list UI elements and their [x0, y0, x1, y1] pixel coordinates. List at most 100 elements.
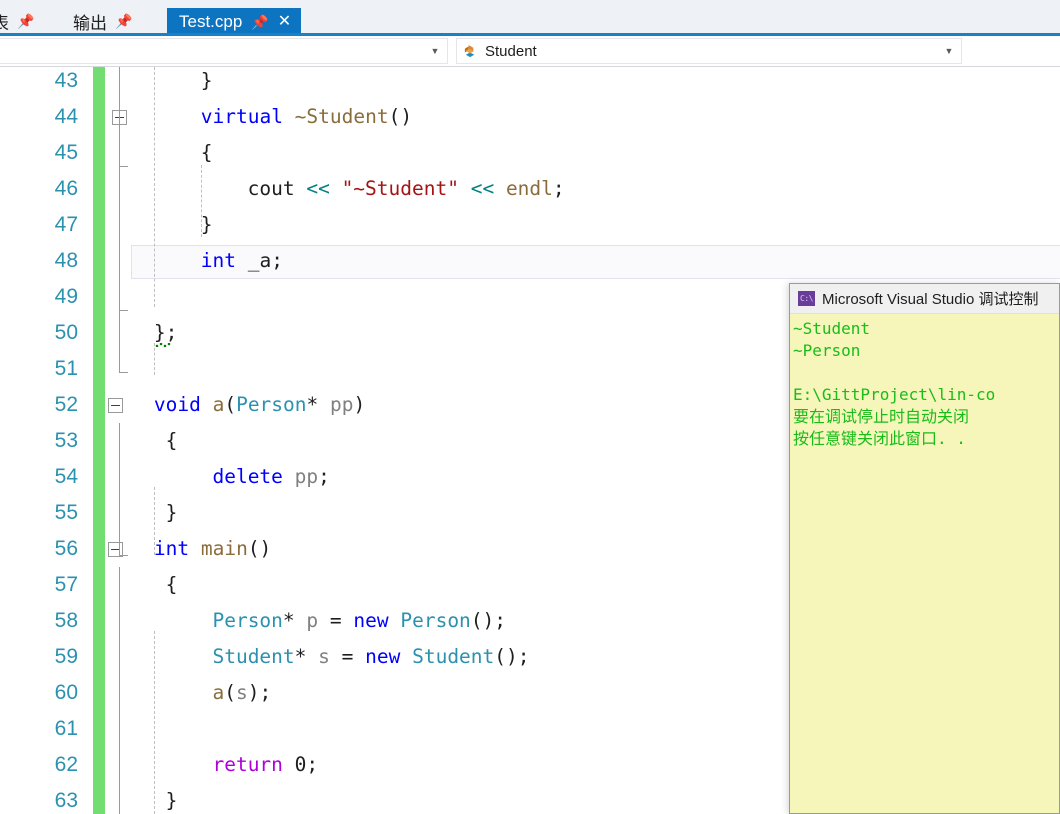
code-line[interactable]: }: [166, 495, 178, 531]
outline-guide: [119, 67, 120, 372]
code-token: ): [353, 393, 366, 416]
console-title-bar[interactable]: C:\ Microsoft Visual Studio 调试控制: [790, 284, 1059, 314]
code-token: *: [282, 609, 307, 632]
code-token: new: [365, 645, 413, 668]
code-token: Person: [212, 609, 283, 632]
code-line[interactable]: {: [201, 135, 213, 171]
code-token: <<: [458, 177, 506, 200]
line-number: 49: [54, 285, 78, 308]
code-token: =: [318, 609, 354, 632]
code-token: ~Student: [294, 105, 389, 128]
code-token: );: [247, 681, 272, 704]
code-token: {: [165, 429, 178, 452]
code-token: new: [353, 609, 401, 632]
class-dropdown[interactable]: Student ▼: [456, 38, 962, 64]
line-number: 50: [54, 321, 78, 344]
code-token: ;: [318, 465, 330, 488]
pin-icon[interactable]: 📌: [115, 14, 132, 28]
code-token: void: [153, 393, 213, 416]
code-token: Person: [400, 609, 471, 632]
indent-guide: [154, 67, 155, 307]
docwell-item-label: 输出: [73, 13, 107, 33]
code-token: Person: [236, 393, 307, 416]
code-line[interactable]: {: [166, 567, 178, 603]
code-line[interactable]: Person* p = new Person();: [212, 603, 506, 639]
pin-icon[interactable]: 📌: [251, 14, 268, 31]
console-line: 要在调试停止时自动关闭: [793, 407, 970, 426]
code-line[interactable]: Student* s = new Student();: [212, 639, 529, 675]
docwell-item-label: 表: [0, 13, 9, 33]
close-icon[interactable]: ✕: [278, 14, 291, 30]
code-token: }: [200, 69, 213, 92]
console-line: ~Person: [793, 341, 861, 360]
code-token: a: [212, 681, 225, 704]
code-token: cout: [247, 177, 307, 200]
code-token: *: [294, 645, 319, 668]
code-line[interactable]: a(s);: [212, 675, 271, 711]
code-line[interactable]: virtual ~Student(): [201, 99, 412, 135]
tab-label: Test.cpp: [179, 12, 243, 31]
collapse-outline-toggle[interactable]: [108, 398, 123, 413]
line-number: 51: [54, 357, 78, 380]
code-line[interactable]: delete pp;: [212, 459, 329, 495]
visual-studio-window: 表 📌 输出 📌 Test.cpp 📌 ✕ ▼ Student ▼ 43 44 …: [0, 0, 1060, 814]
class-icon: [464, 44, 475, 57]
line-number: 44: [54, 105, 78, 128]
code-token: endl: [505, 177, 553, 200]
class-dropdown-value: Student: [485, 42, 537, 60]
code-token: (): [247, 537, 272, 560]
class-dropdown-label: Student: [457, 43, 943, 60]
code-token: delete: [212, 465, 295, 488]
indent-guide: [154, 631, 155, 814]
code-token: pp: [330, 393, 354, 416]
console-line: E:\GittProject\lin-co: [793, 385, 996, 404]
line-number: 45: [54, 141, 78, 164]
code-line[interactable]: }: [201, 67, 213, 99]
outline-guide: [119, 372, 128, 373]
namespace-dropdown[interactable]: ▼: [0, 38, 448, 64]
console-output: ~Student ~Person E:\GittProject\lin-co 要在调…: [790, 314, 1059, 450]
code-token: }: [165, 501, 178, 524]
line-number: 53: [54, 429, 78, 452]
code-token: int: [153, 537, 201, 560]
code-line[interactable]: }: [201, 207, 213, 243]
code-token: ();: [494, 645, 530, 668]
line-number: 48: [54, 249, 78, 272]
debug-console-window[interactable]: C:\ Microsoft Visual Studio 调试控制 ~Studen…: [789, 283, 1060, 814]
line-number: 55: [54, 501, 78, 524]
chevron-down-icon[interactable]: ▼: [429, 46, 447, 56]
indent-guide: [201, 165, 202, 237]
code-token: virtual: [200, 105, 295, 128]
chevron-down-icon[interactable]: ▼: [943, 46, 961, 56]
code-line[interactable]: void a(Person* pp): [154, 387, 365, 423]
code-token: p: [306, 609, 319, 632]
tab-test-cpp[interactable]: Test.cpp 📌 ✕: [167, 8, 302, 36]
line-number: 56: [54, 537, 78, 560]
line-number: 63: [54, 789, 78, 812]
code-token: *: [306, 393, 331, 416]
line-number: 47: [54, 213, 78, 236]
error-squiggle: [154, 343, 171, 347]
document-tab-strip: 表 📌 输出 📌 Test.cpp 📌 ✕: [0, 0, 1060, 36]
line-number: 58: [54, 609, 78, 632]
docwell-item-list[interactable]: 表 📌: [0, 9, 34, 33]
pin-icon[interactable]: 📌: [17, 14, 34, 28]
code-token: return: [212, 753, 295, 776]
code-line[interactable]: return 0;: [212, 747, 318, 783]
outline-guide: [119, 567, 120, 814]
code-line[interactable]: int main(): [154, 531, 271, 567]
change-indicator-bar: [93, 67, 105, 814]
code-token: s: [318, 645, 330, 668]
code-line[interactable]: }: [166, 783, 178, 814]
console-line: ~Student: [793, 319, 871, 338]
line-number-gutter: 43 44 45 46 47 48 49 50 51 52 53 54 55 56 57 58 59 60 61 62…: [0, 67, 88, 814]
code-token: }: [200, 213, 213, 236]
line-number: 57: [54, 573, 78, 596]
line-number: 59: [54, 645, 78, 668]
code-token: {: [165, 573, 178, 596]
code-token: int: [200, 249, 248, 272]
code-line[interactable]: int _a;: [201, 243, 283, 279]
docwell-item-output[interactable]: 输出 📌: [73, 9, 132, 33]
code-line[interactable]: {: [166, 423, 178, 459]
code-line[interactable]: cout << "~Student" << endl;: [248, 171, 565, 207]
